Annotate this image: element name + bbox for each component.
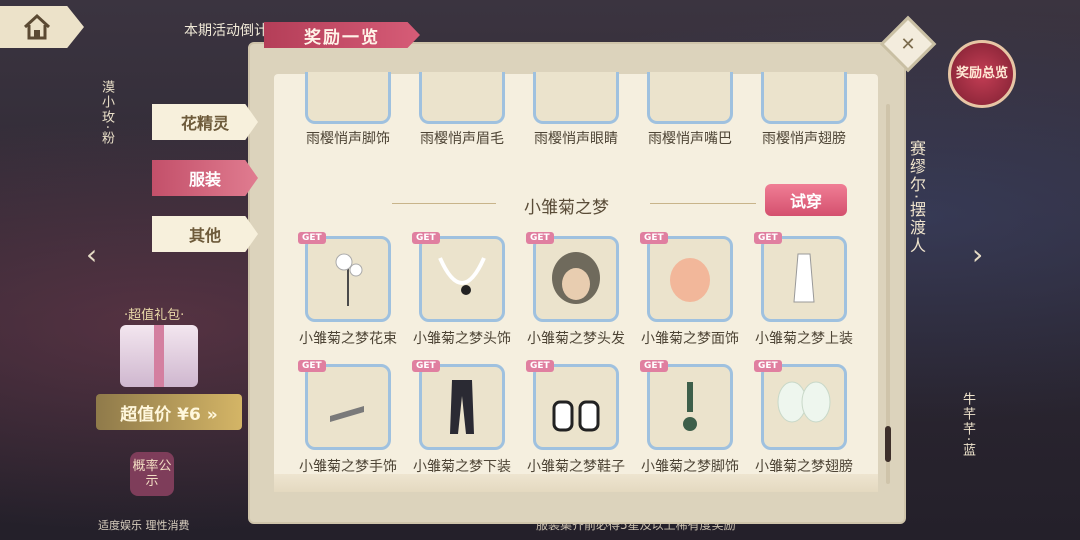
item-name: 雨樱悄声翅膀 <box>762 131 846 147</box>
divider-line <box>650 203 756 204</box>
price-button[interactable]: 超值价 ¥6 » <box>96 394 242 430</box>
section-title: 小雏菊之梦 <box>524 198 609 218</box>
reward-item[interactable]: GET 小雏菊之梦头发 <box>526 232 626 366</box>
home-icon <box>23 13 51 40</box>
item-name: 小雏菊之梦头饰 <box>413 331 511 347</box>
prev-arrow-icon[interactable]: ‹ <box>86 238 108 272</box>
get-badge: GET <box>640 360 668 372</box>
item-name: 小雏菊之梦头发 <box>527 331 625 347</box>
character-label-right-2: 牛芊芊·蓝 <box>960 392 975 459</box>
item-name: 雨樱悄声嘴巴 <box>648 131 732 147</box>
item-name: 小雏菊之梦上装 <box>755 331 853 347</box>
get-badge: GET <box>526 232 554 244</box>
character-label-left: 漠小玫·粉 <box>99 80 114 147</box>
item-slot <box>647 72 733 124</box>
hair-icon <box>552 252 600 304</box>
headpiece-icon <box>438 257 486 295</box>
probability-button[interactable]: 概率公示 <box>130 452 174 496</box>
reward-item[interactable]: 雨樱悄声翅膀 <box>754 72 854 202</box>
item-name: 雨樱悄声眼睛 <box>534 131 618 147</box>
pants-icon <box>450 380 474 434</box>
character-label-right: 赛缪尔·摆渡人 <box>907 140 926 256</box>
disclaimer-text: 适度娱乐 理性消费 <box>98 519 190 532</box>
divider-line <box>392 203 496 204</box>
tab-flower-spirit[interactable]: 花精灵 <box>152 104 258 140</box>
reward-item[interactable]: 雨樱悄声眼睛 <box>526 72 626 202</box>
hand-accessory-icon <box>330 406 364 422</box>
home-button[interactable] <box>0 6 84 48</box>
item-name: 小雏菊之梦翅膀 <box>755 459 853 475</box>
panel-bottom-bar <box>274 474 878 492</box>
face-icon <box>670 258 710 302</box>
tab-clothing[interactable]: 服装 <box>152 160 258 196</box>
item-slot <box>533 72 619 124</box>
reward-item[interactable]: GET 小雏菊之梦头饰 <box>412 232 512 366</box>
reward-item[interactable]: GET 小雏菊之梦面饰 <box>640 232 740 366</box>
item-name: 小雏菊之梦面饰 <box>641 331 739 347</box>
reward-overview-button[interactable]: 奖励总览 <box>948 40 1016 108</box>
gift-box-icon[interactable] <box>120 325 198 387</box>
reward-item[interactable]: 雨樱悄声嘴巴 <box>640 72 740 202</box>
reward-item[interactable]: 雨樱悄声脚饰 <box>298 72 398 202</box>
tab-other[interactable]: 其他 <box>152 216 258 252</box>
item-slot <box>761 72 847 124</box>
reward-item[interactable]: 雨樱悄声眉毛 <box>412 72 512 202</box>
get-badge: GET <box>298 232 326 244</box>
item-name: 小雏菊之梦手饰 <box>299 459 397 475</box>
wings-icon <box>777 381 831 423</box>
item-name: 小雏菊之梦鞋子 <box>527 459 625 475</box>
item-name: 雨樱悄声脚饰 <box>306 131 390 147</box>
anklet-icon <box>683 382 697 431</box>
scrollbar-thumb[interactable] <box>885 426 891 462</box>
reward-item[interactable]: GET 小雏菊之梦花束 <box>298 232 398 366</box>
item-name: 雨樱悄声眉毛 <box>420 131 504 147</box>
top-garment-icon <box>793 253 815 303</box>
next-arrow-icon[interactable]: › <box>972 238 994 272</box>
try-on-button[interactable]: 试穿 <box>765 184 847 216</box>
get-badge: GET <box>754 360 782 372</box>
panel-title: 奖励一览 <box>264 22 420 48</box>
item-name: 小雏菊之梦花束 <box>299 331 397 347</box>
item-name: 小雏菊之梦脚饰 <box>641 459 739 475</box>
get-badge: GET <box>412 360 440 372</box>
reward-item[interactable]: GET 小雏菊之梦上装 <box>754 232 854 366</box>
close-icon: ✕ <box>900 33 916 55</box>
get-badge: GET <box>298 360 326 372</box>
bouquet-icon <box>335 253 363 306</box>
gift-pack-label: ·超值礼包· <box>124 308 185 323</box>
scrollbar[interactable] <box>885 104 891 484</box>
item-slot <box>419 72 505 124</box>
get-badge: GET <box>412 232 440 244</box>
get-badge: GET <box>640 232 668 244</box>
get-badge: GET <box>526 360 554 372</box>
get-badge: GET <box>754 232 782 244</box>
item-slot <box>305 72 391 124</box>
item-name: 小雏菊之梦下装 <box>413 459 511 475</box>
shoes-icon <box>552 400 600 432</box>
